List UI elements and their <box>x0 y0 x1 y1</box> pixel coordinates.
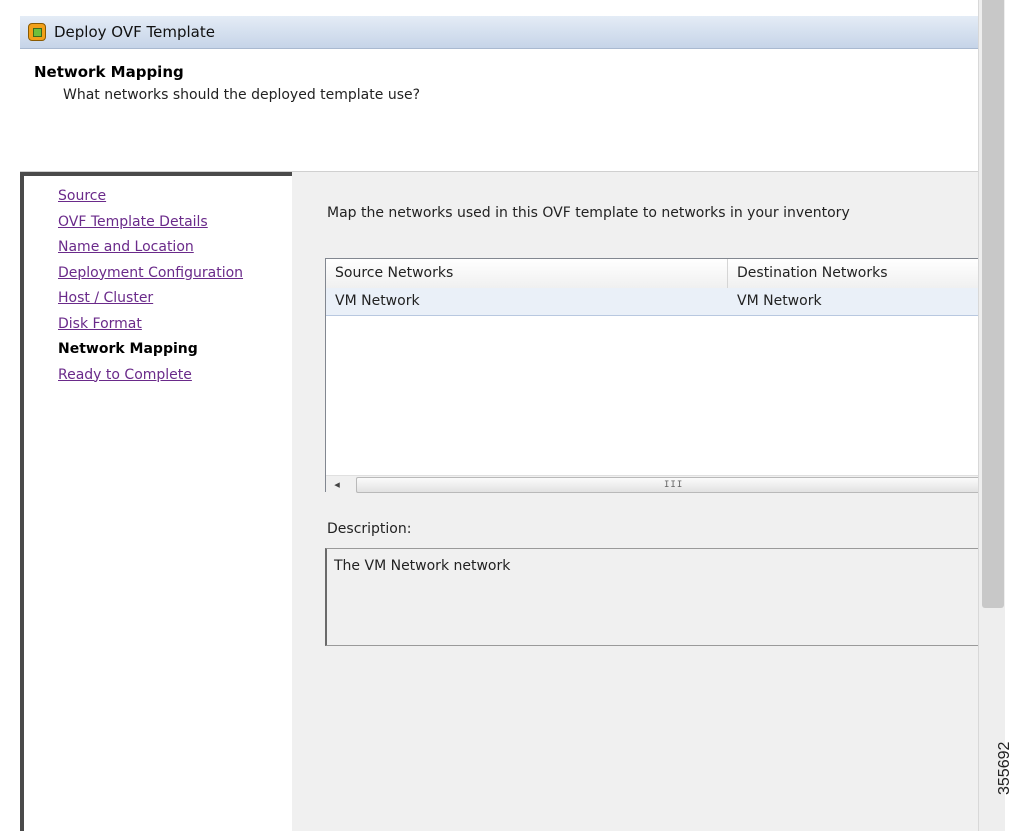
vertical-scroll-thumb[interactable] <box>982 0 1004 608</box>
destination-network-cell[interactable]: VM Network <box>728 288 988 315</box>
source-network-cell: VM Network <box>335 293 420 309</box>
network-mapping-panel: Map the networks used in this OVF templa… <box>292 172 978 831</box>
nav-item-source[interactable]: Source <box>58 184 292 210</box>
nav-item-disk-format[interactable]: Disk Format <box>58 312 292 338</box>
scroll-left-arrow-icon[interactable]: ◂ <box>326 476 348 493</box>
table-header: Source Networks Destination Networks <box>326 259 978 289</box>
figure-id-label: 355692 <box>996 741 1013 795</box>
description-text: The VM Network network <box>334 558 511 574</box>
wizard-steps-nav: Source OVF Template Details Name and Loc… <box>20 172 292 831</box>
nav-item-network-mapping: Network Mapping <box>58 341 198 357</box>
nav-item-name-and-location[interactable]: Name and Location <box>58 235 292 261</box>
step-subtitle: What networks should the deployed templa… <box>63 87 421 103</box>
horizontal-scroll-thumb[interactable]: III <box>356 477 978 493</box>
nav-item-deployment-configuration[interactable]: Deployment Configuration <box>58 261 292 287</box>
window-titlebar: Deploy OVF Template <box>20 16 978 49</box>
nav-item-ovf-template-details[interactable]: OVF Template Details <box>58 210 292 236</box>
scroll-grip-icon: III <box>664 480 684 490</box>
description-box: The VM Network network <box>325 548 978 646</box>
horizontal-scrollbar[interactable]: ◂ III <box>326 475 978 493</box>
nav-item-host-cluster[interactable]: Host / Cluster <box>58 286 292 312</box>
description-label: Description: <box>327 521 412 537</box>
nav-item-ready-to-complete[interactable]: Ready to Complete <box>58 363 292 389</box>
network-mapping-table: Source Networks Destination Networks VM … <box>325 258 978 493</box>
column-source-networks[interactable]: Source Networks <box>326 259 728 288</box>
column-destination-networks[interactable]: Destination Networks <box>728 259 979 288</box>
step-title: Network Mapping <box>34 63 184 81</box>
mapping-instruction: Map the networks used in this OVF templa… <box>327 205 850 221</box>
ovf-deploy-icon <box>28 23 46 41</box>
window-title: Deploy OVF Template <box>54 23 215 41</box>
table-row[interactable]: VM Network VM Network <box>326 288 978 316</box>
wizard-header: Network Mapping What networks should the… <box>20 49 978 172</box>
vertical-scrollbar[interactable] <box>978 0 1005 831</box>
